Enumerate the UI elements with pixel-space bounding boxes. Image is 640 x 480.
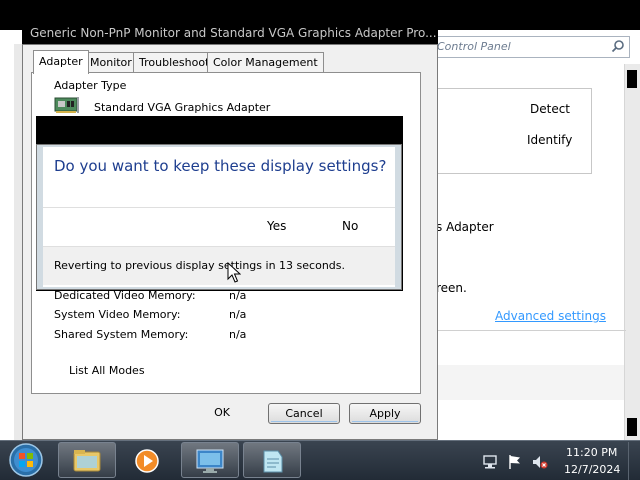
vertical-scrollbar[interactable] xyxy=(624,64,640,440)
clock-date[interactable]: 12/7/2024 xyxy=(564,463,620,476)
scrollbar-down-arrow[interactable] xyxy=(627,418,637,436)
taskbar-explorer-button[interactable] xyxy=(58,442,116,478)
tab-troubleshoot[interactable]: Troubleshoot xyxy=(133,52,216,72)
taskbar-media-player-button[interactable] xyxy=(126,442,166,478)
scrollbar-up-arrow[interactable] xyxy=(627,70,637,88)
monitor-preview-box xyxy=(436,88,592,174)
keep-changes-yes-button[interactable]: Yes xyxy=(267,219,286,233)
advanced-settings-link[interactable]: Advanced settings xyxy=(495,309,606,323)
system-memory-label: System Video Memory: xyxy=(54,308,181,321)
shared-memory-label: Shared System Memory: xyxy=(54,328,189,341)
media-player-icon xyxy=(135,449,159,473)
display-settings-icon xyxy=(196,449,224,473)
confirm-question: Do you want to keep these display settin… xyxy=(54,157,387,175)
tab-monitor[interactable]: Monitor xyxy=(84,52,138,72)
address-bar-text: Control Panel xyxy=(437,40,511,53)
divider xyxy=(436,330,626,331)
identify-button[interactable]: Identify xyxy=(527,133,572,147)
button-focus-line xyxy=(271,421,337,422)
list-all-modes-button[interactable]: List All Modes xyxy=(60,362,146,382)
dialog-title: Generic Non-PnP Monitor and Standard VGA… xyxy=(30,26,437,40)
address-bar[interactable]: Control Panel xyxy=(430,36,630,58)
action-center-flag-icon[interactable] xyxy=(507,454,523,470)
volume-muted-icon[interactable] xyxy=(532,454,548,470)
button-focus-line xyxy=(352,421,418,422)
clock-time[interactable]: 11:20 PM xyxy=(566,446,617,459)
mouse-pointer-icon xyxy=(227,262,241,283)
cancel-button-label: Cancel xyxy=(285,407,323,420)
cancel-button[interactable]: Cancel xyxy=(268,403,340,424)
tab-color-management[interactable]: Color Management xyxy=(207,52,324,72)
system-memory-value: n/a xyxy=(229,308,247,321)
network-icon[interactable] xyxy=(482,454,498,470)
apply-button-label: Apply xyxy=(369,407,401,420)
revert-no-button[interactable]: No xyxy=(342,219,358,233)
adapter-label-fragment: s Adapter xyxy=(436,220,494,234)
explorer-icon xyxy=(73,450,101,472)
adapter-name: Standard VGA Graphics Adapter xyxy=(94,101,271,114)
shared-memory-value: n/a xyxy=(229,328,247,341)
show-desktop-button[interactable] xyxy=(628,442,640,480)
taskbar-notepad-button[interactable] xyxy=(243,442,301,478)
apply-button[interactable]: Apply xyxy=(349,403,421,424)
search-icon[interactable] xyxy=(611,39,625,53)
start-button[interactable] xyxy=(6,442,46,478)
dialog-frame xyxy=(14,44,22,440)
taskbar-display-settings-button[interactable] xyxy=(181,442,239,478)
detect-button[interactable]: Detect xyxy=(530,102,570,116)
adapter-type-heading: Adapter Type xyxy=(54,79,127,92)
panel-footer xyxy=(436,365,624,400)
dialog-titlebar[interactable]: Generic Non-PnP Monitor and Standard VGA… xyxy=(22,22,438,44)
graphics-card-icon xyxy=(54,97,79,113)
revert-countdown-text: Reverting to previous display settings i… xyxy=(54,259,345,272)
notepad-icon xyxy=(263,450,283,473)
screen-text-fragment: reen. xyxy=(436,281,467,295)
tab-adapter[interactable]: Adapter xyxy=(33,50,89,74)
ok-button[interactable]: OK xyxy=(196,403,248,424)
